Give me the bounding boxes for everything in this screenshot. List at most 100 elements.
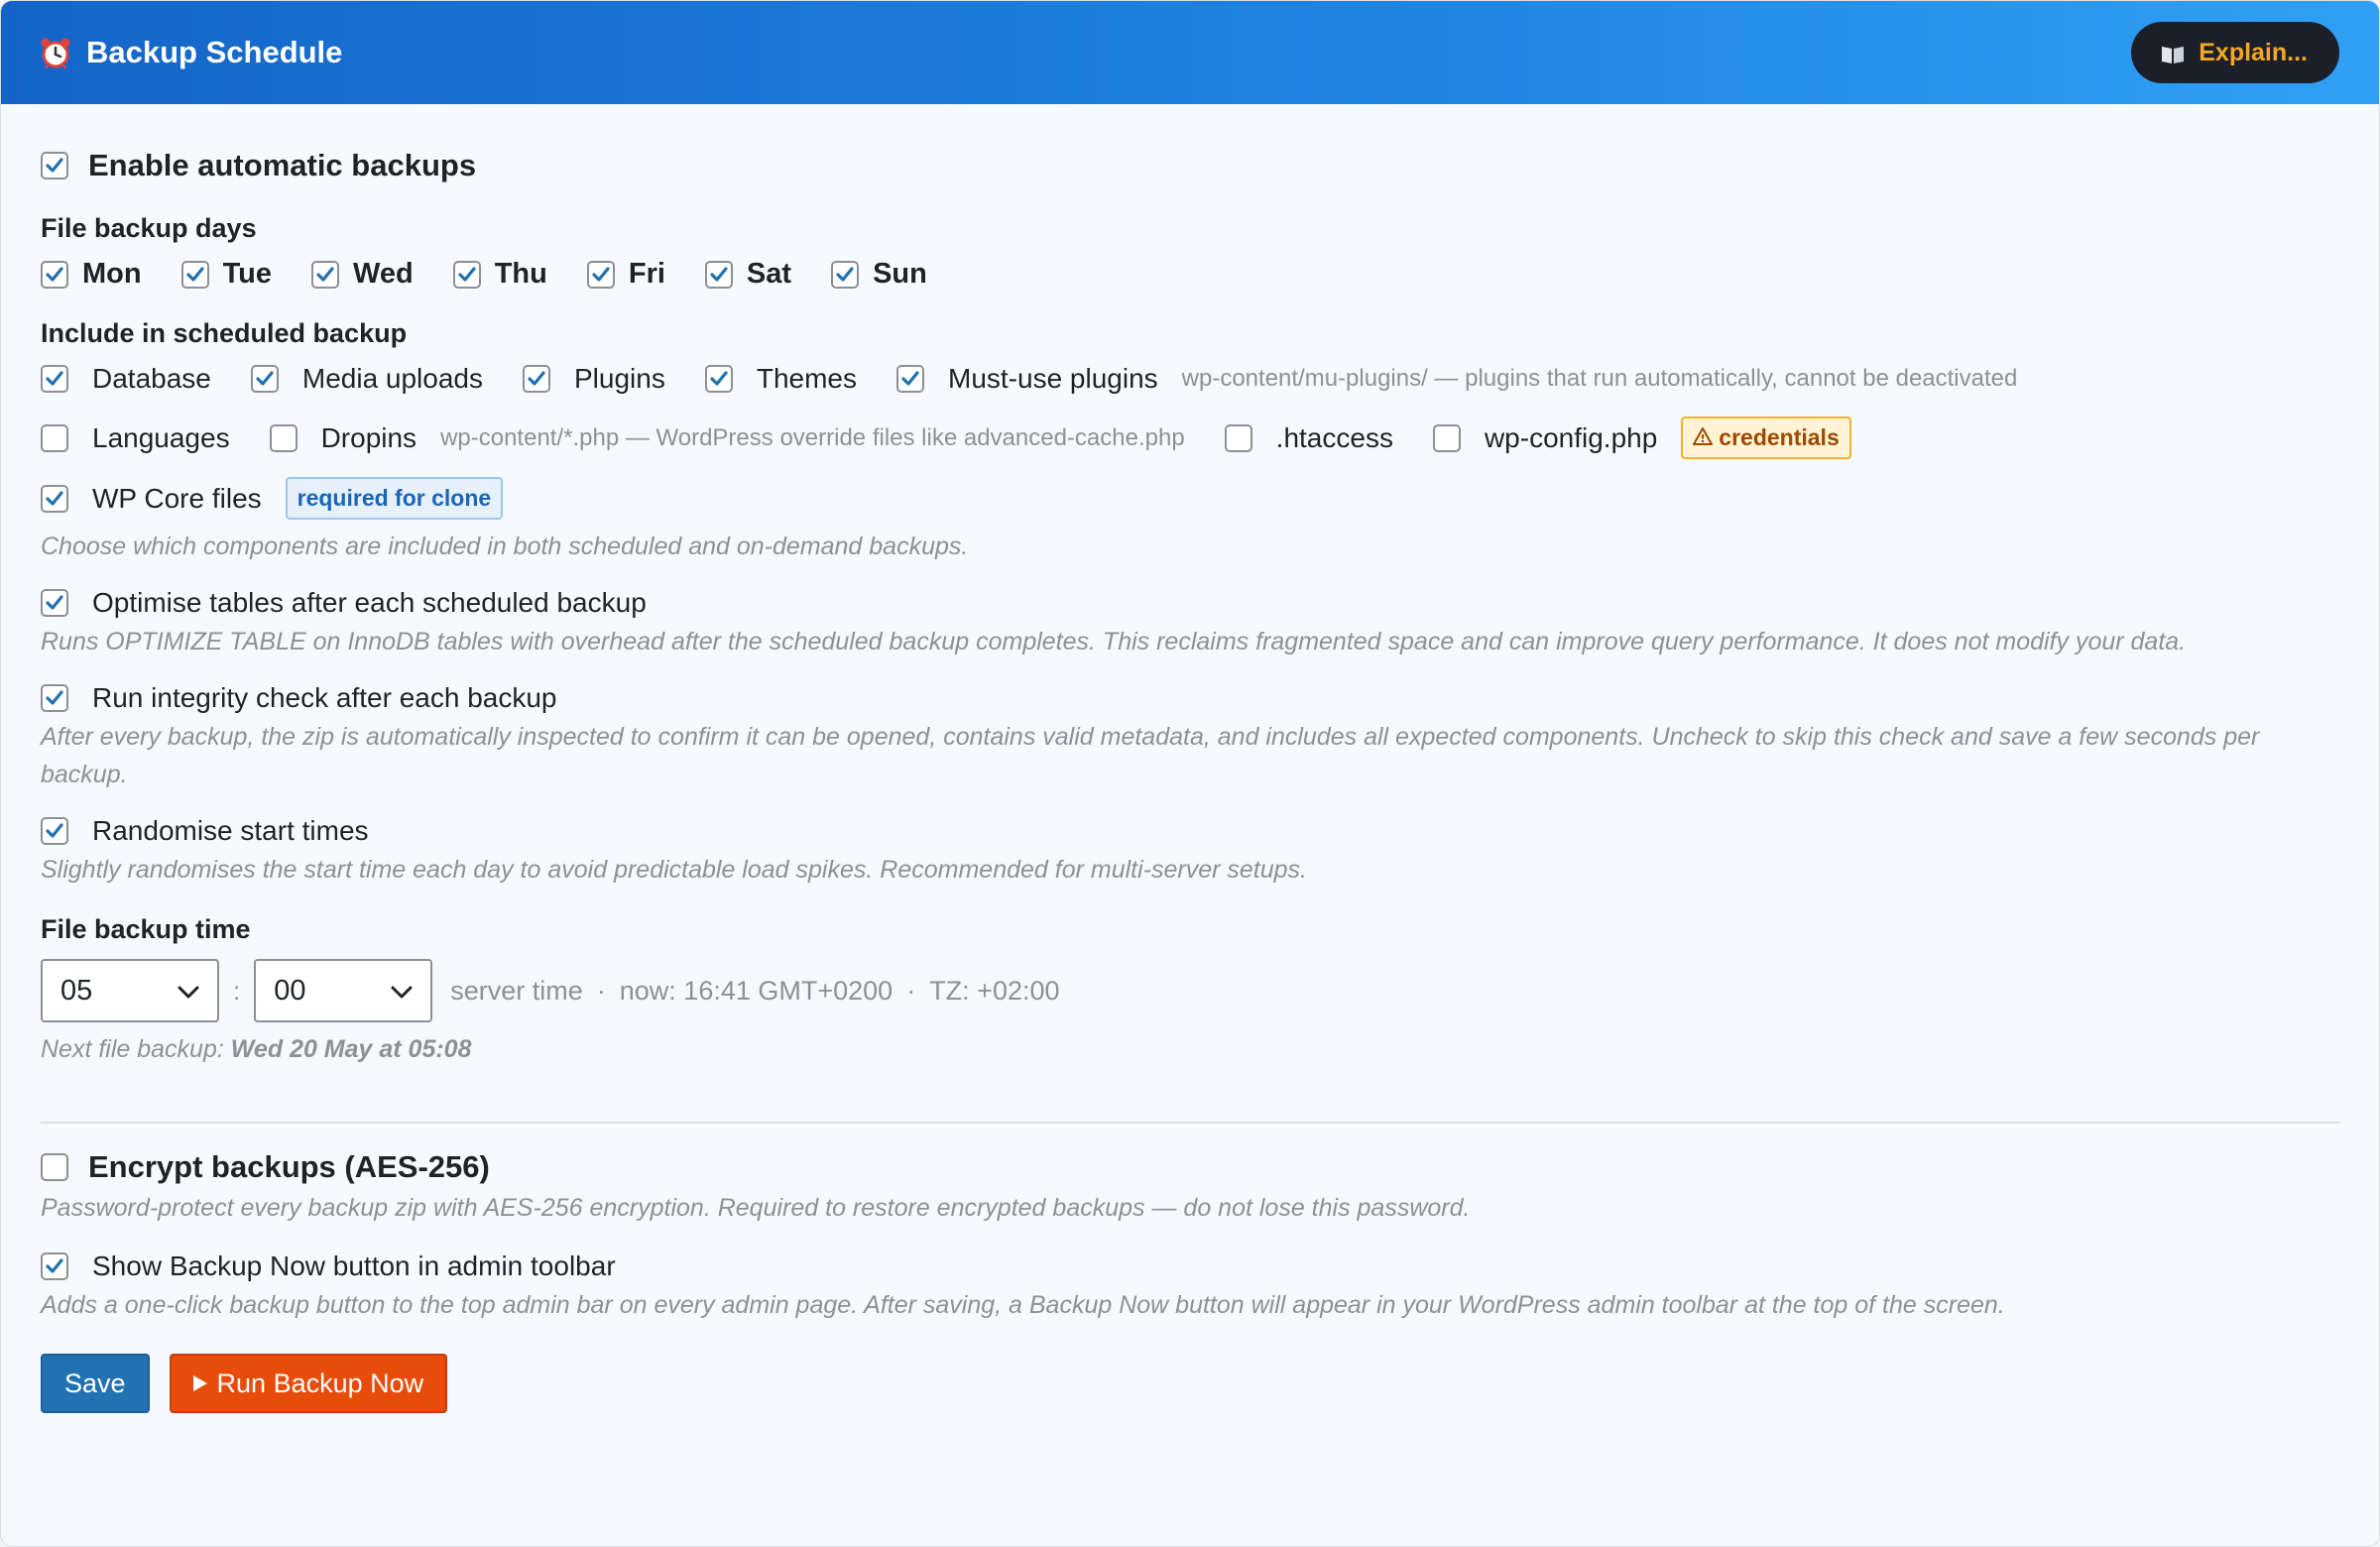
dropins-hint: wp-content/*.php — WordPress override fi… — [440, 423, 1185, 451]
toolbar-description: Adds a one-click backup button to the to… — [41, 1291, 2005, 1319]
day-checkbox[interactable] — [452, 260, 481, 289]
optimise-row: Optimise tables after each scheduled bac… — [41, 587, 2339, 619]
time-row: 05 : 00 server time · now: 16:41 GMT+020… — [41, 959, 2339, 1022]
backup-schedule-panel: Backup Schedule Explain... Enable automa… — [0, 0, 2380, 1547]
save-button[interactable]: Save — [41, 1354, 150, 1413]
hour-select[interactable]: 05 — [41, 959, 219, 1022]
time-separator: : — [233, 975, 241, 1006]
database-label: Database — [92, 363, 211, 394]
day-label: Wed — [353, 258, 414, 290]
plugins-label: Plugins — [574, 363, 665, 394]
time-section: File backup time 05 : 00 server time · n… — [41, 914, 2339, 1068]
credentials-badge: credentials — [1681, 416, 1851, 459]
themes-checkbox[interactable] — [704, 365, 733, 393]
day-label: Fri — [628, 258, 665, 290]
enable-checkbox[interactable] — [41, 152, 68, 179]
include-row-3: WP Core files required for clone — [41, 477, 2339, 520]
integrity-label: Run integrity check after each backup — [92, 682, 557, 713]
next-backup-prefix: Next file backup: — [41, 1035, 224, 1063]
day-label: Sun — [873, 258, 927, 290]
actions-row: Save Run Backup Now — [41, 1354, 2339, 1413]
day-checkbox[interactable] — [180, 260, 209, 289]
day-label: Thu — [494, 258, 547, 290]
wpconfig-label: wp-config.php — [1484, 421, 1658, 453]
randomise-checkbox[interactable] — [41, 817, 68, 845]
languages-checkbox[interactable] — [41, 423, 68, 452]
dropins-checkbox[interactable] — [269, 423, 298, 452]
days-label: File backup days — [41, 213, 257, 243]
randomise-row: Randomise start times — [41, 815, 2339, 847]
run-backup-label: Run Backup Now — [216, 1368, 424, 1398]
core-checkbox[interactable] — [41, 484, 68, 513]
book-icon — [2161, 43, 2185, 63]
mu-plugins-checkbox[interactable] — [896, 365, 924, 393]
play-icon — [192, 1375, 207, 1391]
run-backup-now-button[interactable]: Run Backup Now — [169, 1354, 448, 1413]
encrypt-section: Encrypt backups (AES-256) Password-prote… — [41, 1149, 2339, 1227]
include-label: Include in scheduled backup — [41, 318, 408, 348]
mu-plugins-label: Must-use plugins — [948, 363, 1158, 394]
optimise-section: Optimise tables after each scheduled bac… — [41, 587, 2339, 660]
server-time-label: server time — [450, 975, 583, 1006]
optimise-label: Optimise tables after each scheduled bac… — [92, 587, 647, 618]
settings-form: Enable automatic backups File backup day… — [1, 104, 2379, 1413]
explain-button[interactable]: Explain... — [2131, 22, 2339, 83]
include-section: Include in scheduled backup Database Med… — [41, 318, 2339, 565]
plugins-checkbox[interactable] — [523, 365, 550, 393]
wpconfig-checkbox[interactable] — [1432, 423, 1461, 452]
optimise-checkbox[interactable] — [41, 589, 68, 617]
randomise-description: Slightly randomises the start time each … — [41, 856, 1307, 884]
integrity-row: Run integrity check after each backup — [41, 682, 2339, 714]
now-time: now: 16:41 GMT+0200 — [619, 975, 893, 1006]
media-label: Media uploads — [301, 363, 483, 394]
mu-plugins-hint: wp-content/mu-plugins/ — plugins that ru… — [1181, 365, 2018, 392]
day-checkbox[interactable] — [831, 260, 860, 289]
panel-title: Backup Schedule — [39, 35, 342, 70]
integrity-checkbox[interactable] — [41, 684, 68, 712]
integrity-section: Run integrity check after each backup Af… — [41, 682, 2339, 793]
include-row-2: Languages Dropins wp-content/*.php — Wor… — [41, 416, 2339, 459]
dropins-label: Dropins — [320, 421, 417, 453]
next-backup: Next file backup: Wed 20 May at 05:08 — [41, 1030, 2339, 1068]
minute-select[interactable]: 00 — [254, 959, 433, 1022]
day-thu[interactable]: Thu — [452, 258, 547, 291]
toolbar-section: Show Backup Now button in admin toolbar … — [41, 1250, 2339, 1324]
dot-separator: · — [596, 975, 606, 1006]
day-mon[interactable]: Mon — [41, 258, 142, 291]
toolbar-row: Show Backup Now button in admin toolbar — [41, 1250, 2339, 1282]
include-row-1: Database Media uploads Plugins Themes Mu… — [41, 363, 2339, 395]
optimise-description: Runs OPTIMIZE TABLE on InnoDB tables wit… — [41, 628, 2187, 655]
day-fri[interactable]: Fri — [586, 258, 665, 291]
day-checkbox[interactable] — [586, 260, 615, 289]
day-sun[interactable]: Sun — [831, 258, 927, 291]
randomise-section: Randomise start times Slightly randomise… — [41, 815, 2339, 889]
chevron-down-icon — [178, 975, 199, 1008]
toolbar-checkbox[interactable] — [41, 1252, 68, 1280]
encrypt-description: Password-protect every backup zip with A… — [41, 1194, 1471, 1222]
htaccess-label: .htaccess — [1275, 421, 1393, 453]
enable-row: Enable automatic backups — [41, 148, 2339, 183]
themes-label: Themes — [756, 363, 857, 394]
htaccess-checkbox[interactable] — [1224, 423, 1252, 452]
credentials-text: credentials — [1719, 424, 1840, 450]
day-checkbox[interactable] — [311, 260, 339, 289]
warning-icon — [1693, 424, 1714, 451]
day-label: Tue — [222, 258, 272, 290]
day-tue[interactable]: Tue — [180, 258, 272, 291]
encrypt-checkbox[interactable] — [41, 1153, 68, 1181]
day-wed[interactable]: Wed — [311, 258, 414, 291]
days-list: Mon Tue Wed Thu Fri Sat Sun — [41, 258, 2339, 291]
database-checkbox[interactable] — [41, 365, 68, 393]
chevron-down-icon — [391, 975, 413, 1008]
languages-label: Languages — [92, 421, 230, 453]
minute-value: 00 — [274, 974, 306, 1007]
dot-separator: · — [906, 975, 916, 1006]
day-checkbox[interactable] — [41, 260, 68, 289]
day-sat[interactable]: Sat — [704, 258, 791, 291]
day-checkbox[interactable] — [704, 260, 733, 289]
alarm-clock-icon — [39, 36, 72, 69]
integrity-description: After every backup, the zip is automatic… — [41, 723, 2260, 788]
media-checkbox[interactable] — [250, 365, 279, 393]
encrypt-row: Encrypt backups (AES-256) — [41, 1149, 2339, 1185]
panel-title-text: Backup Schedule — [86, 35, 343, 69]
